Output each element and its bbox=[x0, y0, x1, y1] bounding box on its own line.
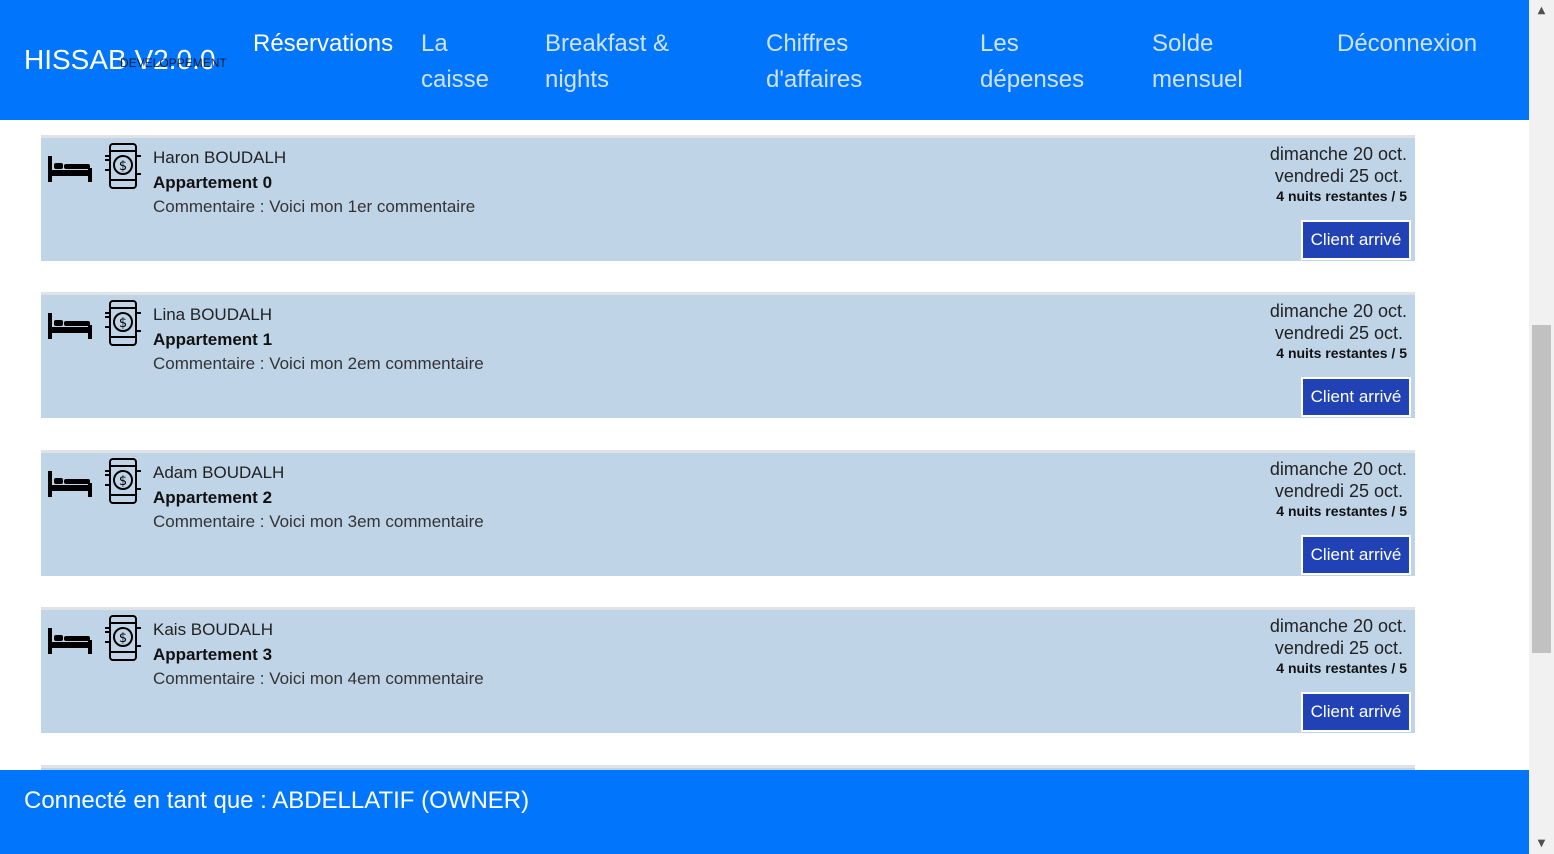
check-in-date: dimanche 20 oct. bbox=[1269, 301, 1407, 321]
reservation-comment: Commentaire : Voici mon 3em commentaire bbox=[153, 512, 484, 531]
nav-la-caisse[interactable]: La caisse bbox=[421, 26, 521, 98]
scrollbar-thumb[interactable] bbox=[1532, 325, 1551, 653]
nights-remaining: 4 nuits restantes / 5 bbox=[1276, 345, 1407, 361]
reservation-card: $ Adam BOUDALH Appartement 2 Commentaire… bbox=[41, 450, 1415, 576]
client-name: Haron BOUDALH bbox=[153, 148, 287, 167]
client-name: Kais BOUDALH bbox=[153, 620, 273, 639]
mobile-payment-icon: $ bbox=[105, 458, 141, 504]
svg-text:$: $ bbox=[119, 474, 127, 489]
apartment-name: Appartement 3 bbox=[153, 645, 273, 664]
check-in-date: dimanche 20 oct. bbox=[1269, 616, 1407, 636]
reservation-card: $ Haron BOUDALH Appartement 0 Commentair… bbox=[41, 135, 1415, 261]
check-in-date: dimanche 20 oct. bbox=[1269, 144, 1407, 164]
reservation-card: $ Kais BOUDALH Appartement 3 Commentaire… bbox=[41, 607, 1415, 733]
client-arrived-button[interactable]: Client arrivé bbox=[1301, 377, 1411, 417]
nights-remaining: 4 nuits restantes / 5 bbox=[1276, 503, 1407, 519]
nav-deconnexion[interactable]: Déconnexion bbox=[1337, 26, 1507, 62]
bed-icon bbox=[48, 313, 92, 339]
check-in-date: dimanche 20 oct. bbox=[1269, 459, 1407, 479]
nav-solde-mensuel[interactable]: Solde mensuel bbox=[1152, 26, 1282, 98]
top-navbar: HISSAB V2.0.0 DEVELOPPEMENT Réservations… bbox=[0, 0, 1529, 120]
client-arrived-button[interactable]: Client arrivé bbox=[1301, 220, 1411, 260]
mobile-payment-icon: $ bbox=[105, 143, 141, 189]
nav-reservations[interactable]: Réservations bbox=[253, 26, 413, 62]
apartment-name: Appartement 2 bbox=[153, 488, 273, 507]
nights-remaining: 4 nuits restantes / 5 bbox=[1276, 188, 1407, 204]
check-out-date: vendredi 25 oct. bbox=[1274, 481, 1403, 501]
check-out-date: vendredi 25 oct. bbox=[1274, 638, 1403, 658]
reservation-comment: Commentaire : Voici mon 4em commentaire bbox=[153, 669, 484, 688]
apartment-name: Appartement 1 bbox=[153, 330, 273, 349]
svg-text:$: $ bbox=[119, 159, 127, 174]
logged-in-user: Connecté en tant que : ABDELLATIF (OWNER… bbox=[24, 787, 530, 814]
environment-label: DEVELOPPEMENT bbox=[120, 56, 227, 70]
mobile-payment-icon: $ bbox=[105, 615, 141, 661]
client-name: Adam BOUDALH bbox=[153, 463, 285, 482]
footer-bar: Connecté en tant que : ABDELLATIF (OWNER… bbox=[0, 770, 1529, 854]
client-arrived-button[interactable]: Client arrivé bbox=[1301, 535, 1411, 575]
bed-icon bbox=[48, 156, 92, 182]
svg-text:$: $ bbox=[119, 631, 127, 646]
nav-les-depenses[interactable]: Les dépenses bbox=[980, 26, 1120, 98]
nights-remaining: 4 nuits restantes / 5 bbox=[1276, 660, 1407, 676]
vertical-scrollbar[interactable]: ▲ ▼ bbox=[1529, 0, 1554, 854]
bed-icon bbox=[48, 628, 92, 654]
nav-breakfast-nights[interactable]: Breakfast & nights bbox=[545, 26, 715, 98]
scroll-up-icon[interactable]: ▲ bbox=[1529, 2, 1554, 19]
reservation-card: $ Lina BOUDALH Appartement 1 Commentaire… bbox=[41, 292, 1415, 418]
apartment-name: Appartement 0 bbox=[153, 173, 273, 192]
scroll-down-icon[interactable]: ▼ bbox=[1529, 835, 1554, 852]
client-arrived-button[interactable]: Client arrivé bbox=[1301, 692, 1411, 732]
reservation-comment: Commentaire : Voici mon 2em commentaire bbox=[153, 354, 484, 373]
nav-chiffres-affaires[interactable]: Chiffres d'affaires bbox=[766, 26, 916, 98]
bed-icon bbox=[48, 471, 92, 497]
check-out-date: vendredi 25 oct. bbox=[1274, 323, 1403, 343]
client-name: Lina BOUDALH bbox=[153, 305, 273, 324]
check-out-date: vendredi 25 oct. bbox=[1274, 166, 1403, 186]
reservation-comment: Commentaire : Voici mon 1er commentaire bbox=[153, 197, 476, 216]
mobile-payment-icon: $ bbox=[105, 300, 141, 346]
svg-text:$: $ bbox=[119, 316, 127, 331]
